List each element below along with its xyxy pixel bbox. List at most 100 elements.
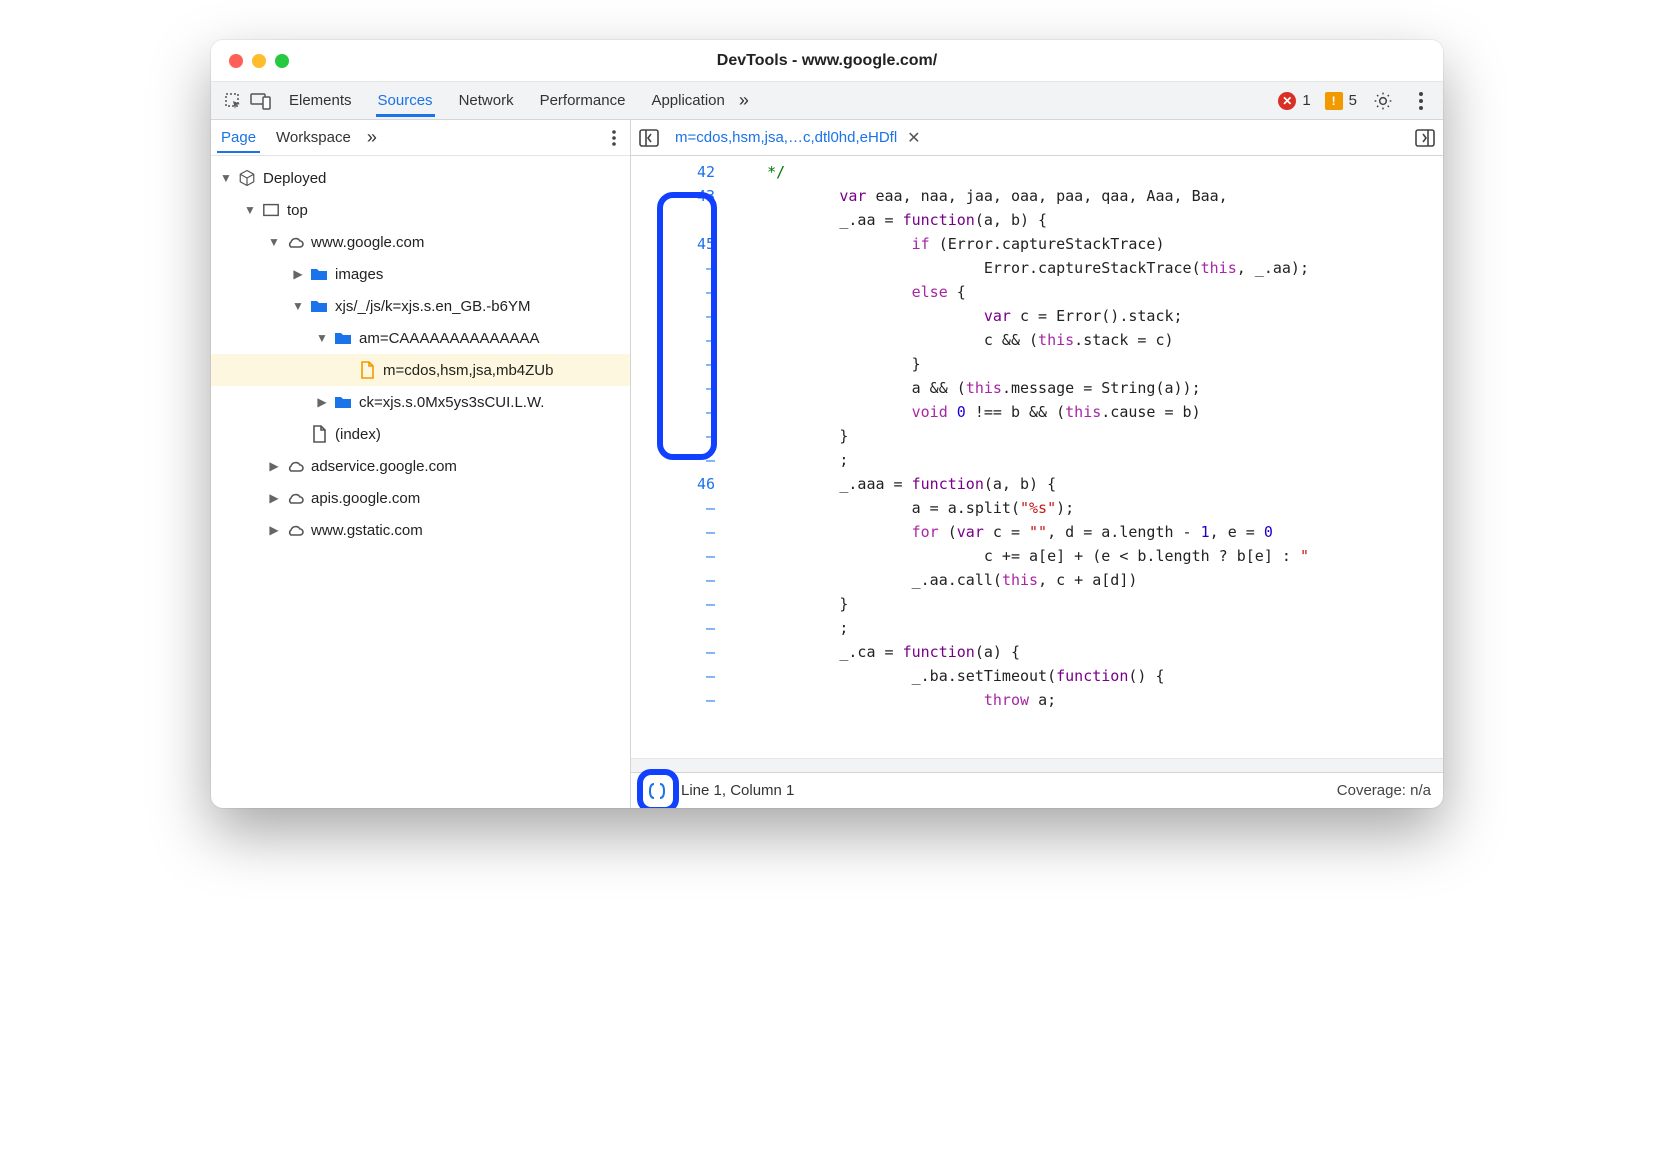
code-line: ; [731, 616, 1443, 640]
tab-workspace[interactable]: Workspace [272, 122, 355, 153]
code-line: a && (this.message = String(a)); [731, 376, 1443, 400]
line-number[interactable]: 43 [631, 184, 715, 208]
tree-item[interactable]: ▼am=CAAAAAAAAAAAAAA [211, 322, 630, 354]
coverage-status: Coverage: n/a [1337, 782, 1431, 799]
editor-panel: m=cdos,hsm,jsa,…c,dtl0hd,eHDfl ✕ 424345–… [631, 120, 1443, 808]
tree-item[interactable]: ▼xjs/_/js/k=xjs.s.en_GB.-b6YM [211, 290, 630, 322]
toolbar-right: ✕ 1 ! 5 [1278, 89, 1433, 113]
frame-icon [261, 200, 281, 220]
file-tree[interactable]: ▼Deployed▼top▼www.google.com▶images▼xjs/… [211, 156, 630, 808]
tree-item[interactable]: ▶ck=xjs.s.0Mx5ys3sCUI.L.W. [211, 386, 630, 418]
window-title: DevTools - www.google.com/ [211, 52, 1443, 70]
cloud-icon [285, 232, 305, 252]
tab-performance[interactable]: Performance [538, 84, 628, 117]
line-number[interactable]: 46 [631, 472, 715, 496]
maximize-button[interactable] [275, 54, 289, 68]
error-count[interactable]: ✕ 1 [1278, 92, 1310, 110]
code-line: Error.captureStackTrace(this, _.aa); [731, 256, 1443, 280]
error-icon: ✕ [1278, 92, 1296, 110]
code-line: a = a.split("%s"); [731, 496, 1443, 520]
more-tabs-icon[interactable]: » [739, 90, 749, 111]
code-line: } [731, 352, 1443, 376]
tab-network[interactable]: Network [457, 84, 516, 117]
cloud-icon [285, 520, 305, 540]
code-line: } [731, 592, 1443, 616]
folder-icon [333, 328, 353, 348]
code-line: var eaa, naa, jaa, oaa, paa, qaa, Aaa, B… [731, 184, 1443, 208]
warning-count[interactable]: ! 5 [1325, 92, 1357, 110]
tree-item[interactable]: ▼www.google.com [211, 226, 630, 258]
line-number[interactable]: – [631, 328, 715, 352]
tree-item[interactable]: ▶adservice.google.com [211, 450, 630, 482]
cloud-icon [285, 488, 305, 508]
tab-application[interactable]: Application [649, 84, 726, 117]
warning-icon: ! [1325, 92, 1343, 110]
close-tab-icon[interactable]: ✕ [907, 128, 920, 148]
line-number[interactable]: – [631, 352, 715, 376]
line-number[interactable]: – [631, 280, 715, 304]
line-number[interactable]: – [631, 664, 715, 688]
line-number[interactable]: – [631, 616, 715, 640]
tab-sources[interactable]: Sources [376, 84, 435, 117]
tab-page[interactable]: Page [217, 122, 260, 153]
tree-item[interactable]: ▶www.gstatic.com [211, 514, 630, 546]
line-number[interactable]: 45 [631, 232, 715, 256]
close-button[interactable] [229, 54, 243, 68]
line-number[interactable]: – [631, 520, 715, 544]
device-toolbar-icon[interactable] [249, 89, 273, 113]
folder-icon [309, 296, 329, 316]
tab-elements[interactable]: Elements [287, 84, 354, 117]
line-number[interactable]: – [631, 424, 715, 448]
line-number[interactable]: – [631, 592, 715, 616]
panel-resize-handle[interactable] [631, 758, 1443, 772]
line-number[interactable]: – [631, 376, 715, 400]
tree-item[interactable]: m=cdos,hsm,jsa,mb4ZUb [211, 354, 630, 386]
line-number[interactable]: – [631, 496, 715, 520]
inspect-icon[interactable] [221, 89, 245, 113]
toggle-debugger-icon[interactable] [1413, 126, 1437, 150]
code-line: for (var c = "", d = a.length - 1, e = 0 [731, 520, 1443, 544]
code-line: _.ba.setTimeout(function() { [731, 664, 1443, 688]
line-number[interactable] [631, 208, 715, 232]
line-number[interactable]: – [631, 256, 715, 280]
navigator-panel: Page Workspace » ▼Deployed▼top▼www.googl… [211, 120, 631, 808]
tree-item[interactable]: (index) [211, 418, 630, 450]
pretty-print-icon[interactable] [643, 777, 671, 805]
code-line: _.aa.call(this, c + a[d]) [731, 568, 1443, 592]
code-line: var c = Error().stack; [731, 304, 1443, 328]
code-line: c += a[e] + (e < b.length ? b[e] : " [731, 544, 1443, 568]
line-number[interactable]: – [631, 544, 715, 568]
code-line: */ [731, 160, 1443, 184]
line-number[interactable]: – [631, 304, 715, 328]
minimize-button[interactable] [252, 54, 266, 68]
code-line: if (Error.captureStackTrace) [731, 232, 1443, 256]
navigator-more-icon[interactable] [604, 130, 624, 146]
line-number[interactable]: – [631, 688, 715, 712]
code-line: c && (this.stack = c) [731, 328, 1443, 352]
tree-item[interactable]: ▼top [211, 194, 630, 226]
line-number[interactable]: – [631, 640, 715, 664]
more-options-icon[interactable] [1409, 89, 1433, 113]
editor-tab[interactable]: m=cdos,hsm,jsa,…c,dtl0hd,eHDfl ✕ [669, 128, 927, 148]
tree-item[interactable]: ▶apis.google.com [211, 482, 630, 514]
code-line: ; [731, 448, 1443, 472]
code-line: void 0 !== b && (this.cause = b) [731, 400, 1443, 424]
settings-icon[interactable] [1371, 89, 1395, 113]
main-tabs: Elements Sources Network Performance Applica… [287, 84, 727, 117]
folder-icon [309, 264, 329, 284]
code-area[interactable]: */ var eaa, naa, jaa, oaa, paa, qaa, Aaa… [723, 156, 1443, 758]
tree-root[interactable]: ▼Deployed [211, 162, 630, 194]
more-navigator-tabs-icon[interactable]: » [367, 127, 377, 148]
cursor-position: Line 1, Column 1 [681, 782, 794, 799]
editor-area: 424345–––––––––46––––––––– */ var eaa, n… [631, 156, 1443, 758]
tree-item[interactable]: ▶images [211, 258, 630, 290]
toggle-navigator-icon[interactable] [637, 126, 661, 150]
line-number[interactable]: – [631, 448, 715, 472]
line-gutter[interactable]: 424345–––––––––46––––––––– [631, 156, 723, 758]
editor-tabs: m=cdos,hsm,jsa,…c,dtl0hd,eHDfl ✕ [631, 120, 1443, 156]
line-number[interactable]: – [631, 568, 715, 592]
statusbar: Line 1, Column 1 Coverage: n/a [631, 772, 1443, 808]
file-icon [357, 360, 377, 380]
line-number[interactable]: – [631, 400, 715, 424]
line-number[interactable]: 42 [631, 160, 715, 184]
